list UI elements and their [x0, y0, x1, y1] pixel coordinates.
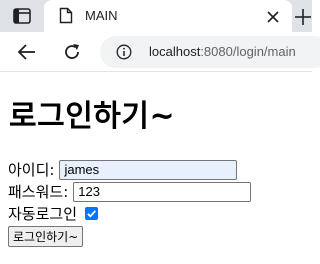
browser-tab[interactable]: MAIN — [44, 0, 292, 32]
tab-bar: MAIN — [0, 0, 312, 32]
auto-login-checkbox[interactable] — [85, 207, 99, 220]
reload-icon[interactable] — [62, 42, 82, 62]
password-input[interactable] — [73, 181, 252, 202]
check-icon — [87, 210, 96, 218]
auto-login-row: 자동로그인 — [8, 203, 99, 224]
browser-toolbar: localhost:8080/login/main — [0, 32, 320, 72]
url-path: :8080/login/main — [200, 44, 296, 59]
login-button[interactable]: 로그인하기~ — [8, 226, 84, 247]
close-icon[interactable] — [266, 9, 280, 23]
address-bar[interactable]: localhost:8080/login/main — [100, 36, 320, 68]
url-text: localhost:8080/login/main — [149, 44, 296, 59]
id-row: 아이디: — [8, 159, 238, 180]
tab-strip-icon[interactable] — [13, 8, 31, 24]
url-host: localhost — [149, 44, 201, 59]
plus-icon[interactable] — [294, 8, 312, 26]
password-row: 패스워드: — [8, 181, 252, 202]
id-input[interactable] — [59, 159, 238, 180]
id-label: 아이디: — [8, 161, 55, 179]
page-content: 로그인하기~ 아이디: 패스워드: 자동로그인 로그인하기~ — [0, 73, 312, 264]
tab-title: MAIN — [85, 8, 118, 23]
info-icon[interactable] — [116, 44, 132, 60]
arrow-left-icon[interactable] — [17, 42, 37, 62]
auto-login-label: 자동로그인 — [8, 205, 78, 223]
page-icon — [59, 7, 73, 24]
page-title: 로그인하기~ — [9, 99, 176, 134]
password-label: 패스워드: — [8, 183, 69, 201]
